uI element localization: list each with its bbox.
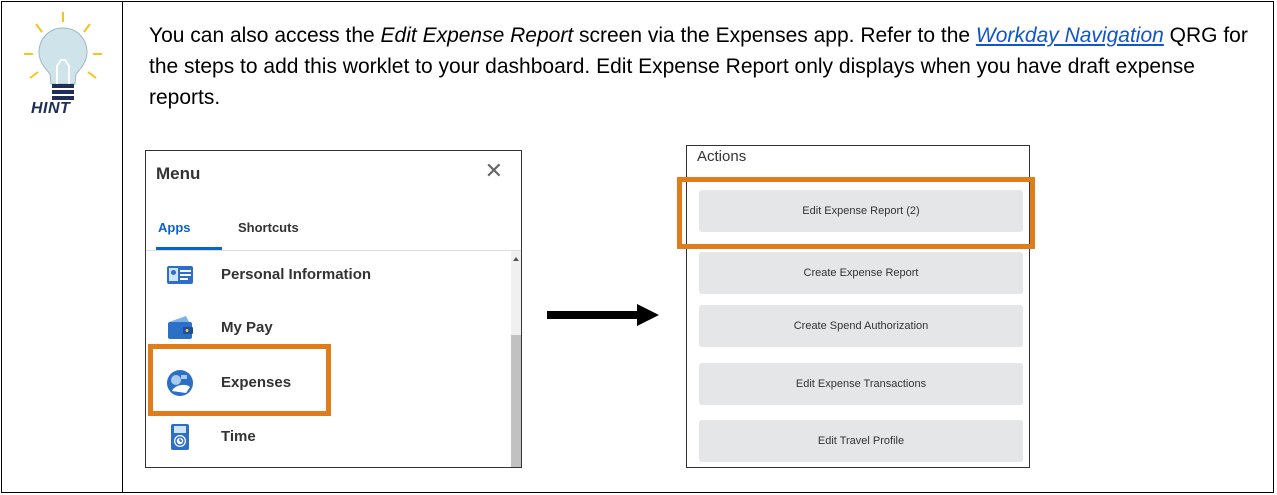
menu-item-time[interactable]: Time: [146, 412, 511, 462]
create-spend-authorization-button[interactable]: Create Spend Authorization: [699, 305, 1023, 347]
column-divider: [122, 2, 123, 492]
expenses-highlight: [148, 344, 331, 416]
close-icon[interactable]: ✕: [485, 160, 503, 182]
lightbulb-icon: [24, 12, 102, 100]
paragraph-text: You can also access the: [149, 24, 381, 47]
menu-item-personal-information[interactable]: Personal Information: [146, 250, 511, 300]
scroll-up-icon[interactable]: [513, 257, 519, 261]
scroll-thumb[interactable]: [511, 335, 521, 467]
menu-item-label: Personal Information: [221, 266, 372, 283]
create-expense-report-button[interactable]: Create Expense Report: [699, 252, 1023, 294]
paragraph-text: screen via the Expenses app. Refer to th…: [573, 24, 976, 47]
edit-expense-transactions-button[interactable]: Edit Expense Transactions: [699, 363, 1023, 405]
menu-panel: Menu ✕ Apps Shortcuts Personal Informati…: [145, 150, 522, 468]
menu-item-label: My Pay: [221, 319, 273, 336]
hint-label: HINT: [31, 100, 71, 117]
edit-expense-report-highlight: [677, 177, 1035, 249]
menu-item-label: Time: [221, 428, 256, 445]
paragraph-italic: Edit Expense Report: [380, 24, 574, 47]
wallet-icon: [168, 316, 193, 339]
time-icon: [171, 424, 189, 450]
menu-scrollbar[interactable]: [511, 251, 521, 467]
tab-shortcuts[interactable]: Shortcuts: [238, 220, 299, 235]
workday-navigation-link[interactable]: Workday Navigation: [976, 24, 1164, 47]
tab-apps[interactable]: Apps: [158, 220, 191, 235]
actions-title: Actions: [697, 148, 747, 165]
hint-paragraph: You can also access the Edit Expense Rep…: [149, 20, 1249, 113]
edit-travel-profile-button[interactable]: Edit Travel Profile: [699, 420, 1023, 462]
personal-information-icon: [167, 266, 193, 284]
right-arrow-icon: [547, 304, 659, 326]
menu-title: Menu: [156, 164, 201, 183]
